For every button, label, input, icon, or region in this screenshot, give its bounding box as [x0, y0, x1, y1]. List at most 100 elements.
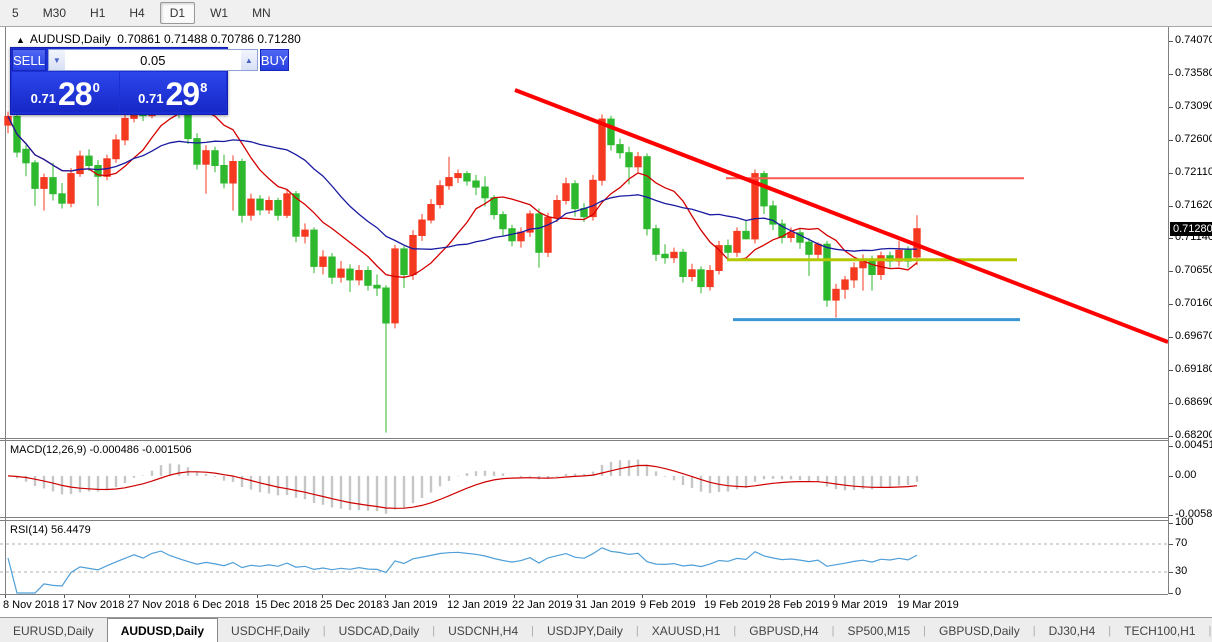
date-label: 6 Dec 2018	[193, 599, 250, 611]
tab-tech100-h1[interactable]: TECH100,H1	[1111, 618, 1208, 642]
axis-tick	[1169, 523, 1173, 524]
price-axis-label: 0.71620	[1175, 198, 1212, 211]
tab-sp500-m15[interactable]: SP500,M15	[834, 618, 923, 642]
axis-tick	[1169, 139, 1173, 141]
date-label: 9 Feb 2019	[640, 599, 696, 611]
pane-divider[interactable]	[0, 517, 1168, 518]
sell-price-box[interactable]: 0.71 28 0	[12, 72, 119, 112]
sell-price-point: 0	[92, 80, 100, 95]
price-axis-label: 0.70160	[1175, 297, 1212, 310]
rsi-axis-label: 100	[1175, 516, 1194, 528]
timeframe-button-mn[interactable]: MN	[243, 3, 280, 23]
sell-price-prefix: 0.71	[30, 91, 56, 106]
buy-price-point: 8	[200, 80, 208, 95]
price-axis-label: 0.74070	[1175, 34, 1212, 46]
buy-price-box[interactable]: 0.71 29 8	[119, 72, 226, 112]
tab-usdcad-daily[interactable]: USDCAD,Daily	[326, 618, 433, 642]
date-label: 25 Dec 2018	[320, 599, 383, 611]
buy-price-pips: 29	[165, 76, 200, 112]
date-label: 19 Mar 2019	[897, 599, 959, 611]
date-tick	[5, 595, 6, 598]
ohlc-values: 0.70861 0.71488 0.70786 0.71280	[117, 32, 301, 46]
chart-title: ▲ AUDUSD,Daily 0.70861 0.71488 0.70786 0.…	[16, 32, 301, 46]
timeframe-button-5[interactable]: 5	[3, 3, 28, 23]
timeframe-button-h4[interactable]: H4	[120, 3, 153, 23]
axis-tick	[1169, 73, 1173, 75]
date-tick	[195, 595, 196, 598]
price-axis-label: 0.72600	[1175, 132, 1212, 145]
pane-divider[interactable]	[0, 438, 1168, 439]
macd-axis-label: 0.004517	[1175, 439, 1212, 451]
axis-tick	[1169, 515, 1173, 516]
axis-tick	[1169, 337, 1173, 339]
axis-tick	[1169, 304, 1173, 306]
rsi-pane[interactable]	[0, 521, 1168, 594]
axis-tick	[1169, 593, 1173, 594]
price-axis-label: 0.69180	[1175, 363, 1212, 376]
tab-usdjpy-daily[interactable]: USDJPY,Daily	[534, 618, 636, 642]
timeframe-button-m30[interactable]: M30	[34, 3, 75, 23]
macd-label: MACD(12,26,9) -0.000486 -0.001506	[10, 444, 192, 456]
date-label: 8 Nov 2018	[3, 599, 60, 611]
buy-price-prefix: 0.71	[138, 91, 164, 106]
price-axis[interactable]: 0.74070 0.73580 0.73090 0.72600 0.72110 0.716…	[1168, 27, 1212, 598]
axis-tick	[1169, 544, 1173, 545]
date-tick	[449, 595, 450, 598]
tab-gbpusd-daily[interactable]: GBPUSD,Daily	[926, 618, 1033, 642]
current-price-tag: 0.71280	[1170, 221, 1212, 236]
price-axis-label: 0.73580	[1175, 66, 1212, 79]
tab-audusd-daily[interactable]: AUDUSD,Daily	[106, 618, 219, 642]
date-tick	[129, 595, 130, 598]
price-axis-label: 0.70650	[1175, 264, 1212, 277]
timeframe-toolbar: 5 M30 H1 H4 D1 W1 MN	[0, 0, 1212, 27]
date-tick	[385, 595, 386, 598]
tab-dj30-h4[interactable]: DJ30,H4	[1036, 618, 1109, 642]
date-label: 27 Nov 2018	[127, 599, 190, 611]
date-tick	[642, 595, 643, 598]
price-axis-label: 0.69670	[1175, 330, 1212, 343]
price-axis-label: 0.68690	[1175, 396, 1212, 409]
axis-tick	[1169, 436, 1173, 437]
volume-input[interactable]	[64, 50, 241, 70]
timeframe-button-d1[interactable]: D1	[159, 2, 196, 24]
axis-tick	[1169, 572, 1173, 573]
axis-tick	[1169, 172, 1173, 174]
date-tick	[770, 595, 771, 598]
collapse-triangle-icon[interactable]: ▲	[16, 35, 25, 45]
price-axis-label: 0.72110	[1175, 165, 1212, 178]
rsi-axis-label: 0	[1175, 586, 1182, 598]
tab-xauusd-h1[interactable]: XAUUSD,H1	[639, 618, 734, 642]
timeframe-button-w1[interactable]: W1	[201, 3, 237, 23]
date-tick	[257, 595, 258, 598]
date-tick	[899, 595, 900, 598]
axis-tick	[1169, 238, 1173, 240]
volume-increase-icon[interactable]: ▲	[240, 50, 257, 70]
timeframe-button-h1[interactable]: H1	[81, 3, 114, 23]
volume-decrease-icon[interactable]: ▼	[48, 50, 65, 70]
date-tick	[514, 595, 515, 598]
date-label: 17 Nov 2018	[62, 599, 125, 611]
tab-gbpusd-h4[interactable]: GBPUSD,H4	[736, 618, 831, 642]
tab-eurusd-daily[interactable]: EURUSD,Daily	[0, 618, 107, 642]
macd-axis-label: 0.00	[1175, 468, 1197, 481]
date-axis[interactable]: 8 Nov 2018 17 Nov 2018 27 Nov 2018 6 Dec 20…	[0, 595, 1168, 617]
sell-price-pips: 28	[57, 76, 93, 112]
date-label: 3 Jan 2019	[383, 599, 438, 611]
axis-tick	[1169, 271, 1173, 273]
price-axis-label: 0.73090	[1175, 99, 1212, 112]
symbol-tabbar: EURUSD,Daily AUDUSD,Daily USDCHF,Daily | USD…	[0, 617, 1212, 642]
axis-tick	[1169, 370, 1173, 372]
tab-usdchf-daily[interactable]: USDCHF,Daily	[218, 618, 323, 642]
date-label: 31 Jan 2019	[575, 599, 636, 611]
date-label: 12 Jan 2019	[447, 599, 508, 611]
rsi-label: RSI(14) 56.4479	[10, 524, 91, 536]
date-label: 19 Feb 2019	[704, 599, 766, 611]
date-tick	[577, 595, 578, 598]
buy-button[interactable]: BUY	[259, 49, 289, 71]
axis-tick	[1169, 403, 1173, 405]
one-click-trading-panel: SELL ▼ ▲ BUY 0.71 28 0 0.71 29 8	[10, 47, 289, 115]
date-label: 28 Feb 2019	[768, 599, 830, 611]
tab-usdcnh-h4[interactable]: USDCNH,H4	[435, 618, 531, 642]
trading-app-window: 5 M30 H1 H4 D1 W1 MN ▲ AUDUSD,Daily 0.70861 0.7…	[0, 0, 1212, 642]
sell-button[interactable]: SELL	[12, 49, 46, 71]
